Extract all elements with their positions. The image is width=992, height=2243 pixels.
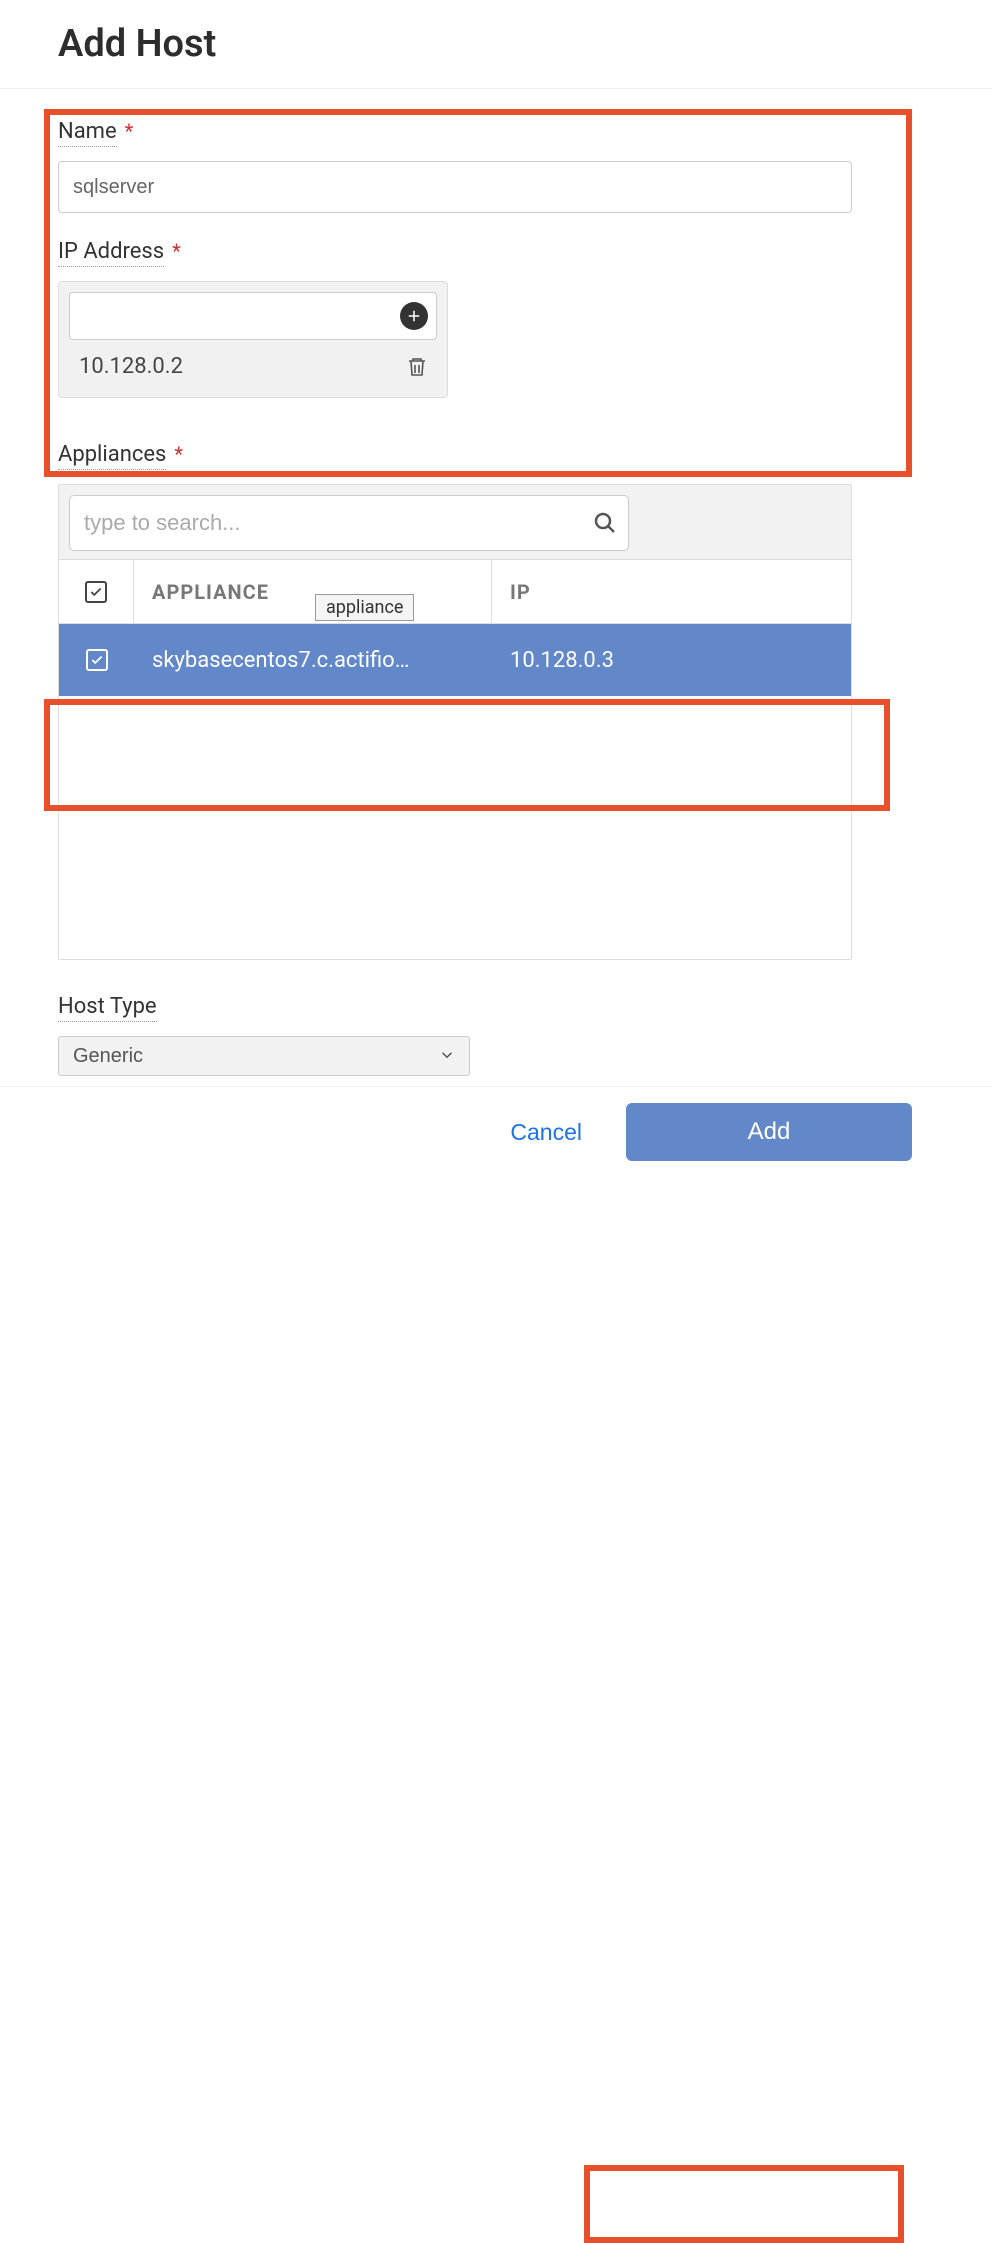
ip-container: 10.128.0.2	[58, 281, 448, 398]
header-checkbox-cell	[59, 560, 134, 623]
ip-label: IP Address	[58, 239, 164, 267]
required-asterisk: *	[174, 442, 183, 466]
page-title: Add Host	[0, 0, 992, 89]
header-appliance: APPLIANCE	[134, 560, 492, 623]
table-row[interactable]: appliance skybasecentos7.c.actifio… 10.1…	[59, 624, 851, 696]
appliances-label: Appliances	[58, 442, 166, 470]
name-label: Name	[58, 119, 117, 147]
table-header: APPLIANCE IP	[59, 559, 851, 624]
search-row	[59, 485, 851, 559]
ip-input-row	[69, 292, 437, 340]
trash-icon[interactable]	[405, 355, 429, 379]
row-checkbox[interactable]	[86, 649, 108, 671]
tooltip: appliance	[315, 594, 414, 621]
ip-entry-value: 10.128.0.2	[79, 354, 183, 379]
plus-circle-icon[interactable]	[400, 302, 428, 330]
footer: Cancel Add	[0, 1086, 992, 1181]
host-type-select-wrap	[58, 1036, 470, 1076]
add-button[interactable]: Add	[626, 1103, 912, 1161]
ip-field-group: IP Address * 10.128.0.2	[58, 239, 934, 398]
ip-entry: 10.128.0.2	[69, 340, 437, 387]
required-asterisk: *	[125, 119, 134, 143]
host-type-section: Host Type	[58, 994, 934, 1076]
appliances-table: APPLIANCE IP appliance skybasecentos7.c.…	[58, 484, 852, 960]
appliances-section: Appliances * APPLIANCE IP	[58, 442, 934, 960]
select-all-checkbox[interactable]	[85, 581, 107, 603]
row-appliance-name: skybasecentos7.c.actifio…	[134, 648, 492, 673]
required-asterisk: *	[172, 239, 181, 263]
name-field-group: Name *	[58, 119, 934, 213]
ip-input[interactable]	[74, 297, 400, 335]
cancel-button[interactable]: Cancel	[510, 1119, 582, 1146]
appliance-search-input[interactable]	[69, 495, 629, 551]
row-checkbox-cell	[59, 649, 134, 671]
form-content: Name * IP Address * 10.128.0.2	[0, 89, 992, 1086]
row-ip: 10.128.0.3	[492, 648, 851, 673]
host-type-select[interactable]	[58, 1036, 470, 1076]
table-body: appliance skybasecentos7.c.actifio… 10.1…	[59, 624, 851, 959]
highlight-add-button	[584, 2165, 904, 2243]
header-ip: IP	[492, 560, 851, 623]
host-type-label: Host Type	[58, 994, 157, 1022]
name-input[interactable]	[58, 161, 852, 213]
